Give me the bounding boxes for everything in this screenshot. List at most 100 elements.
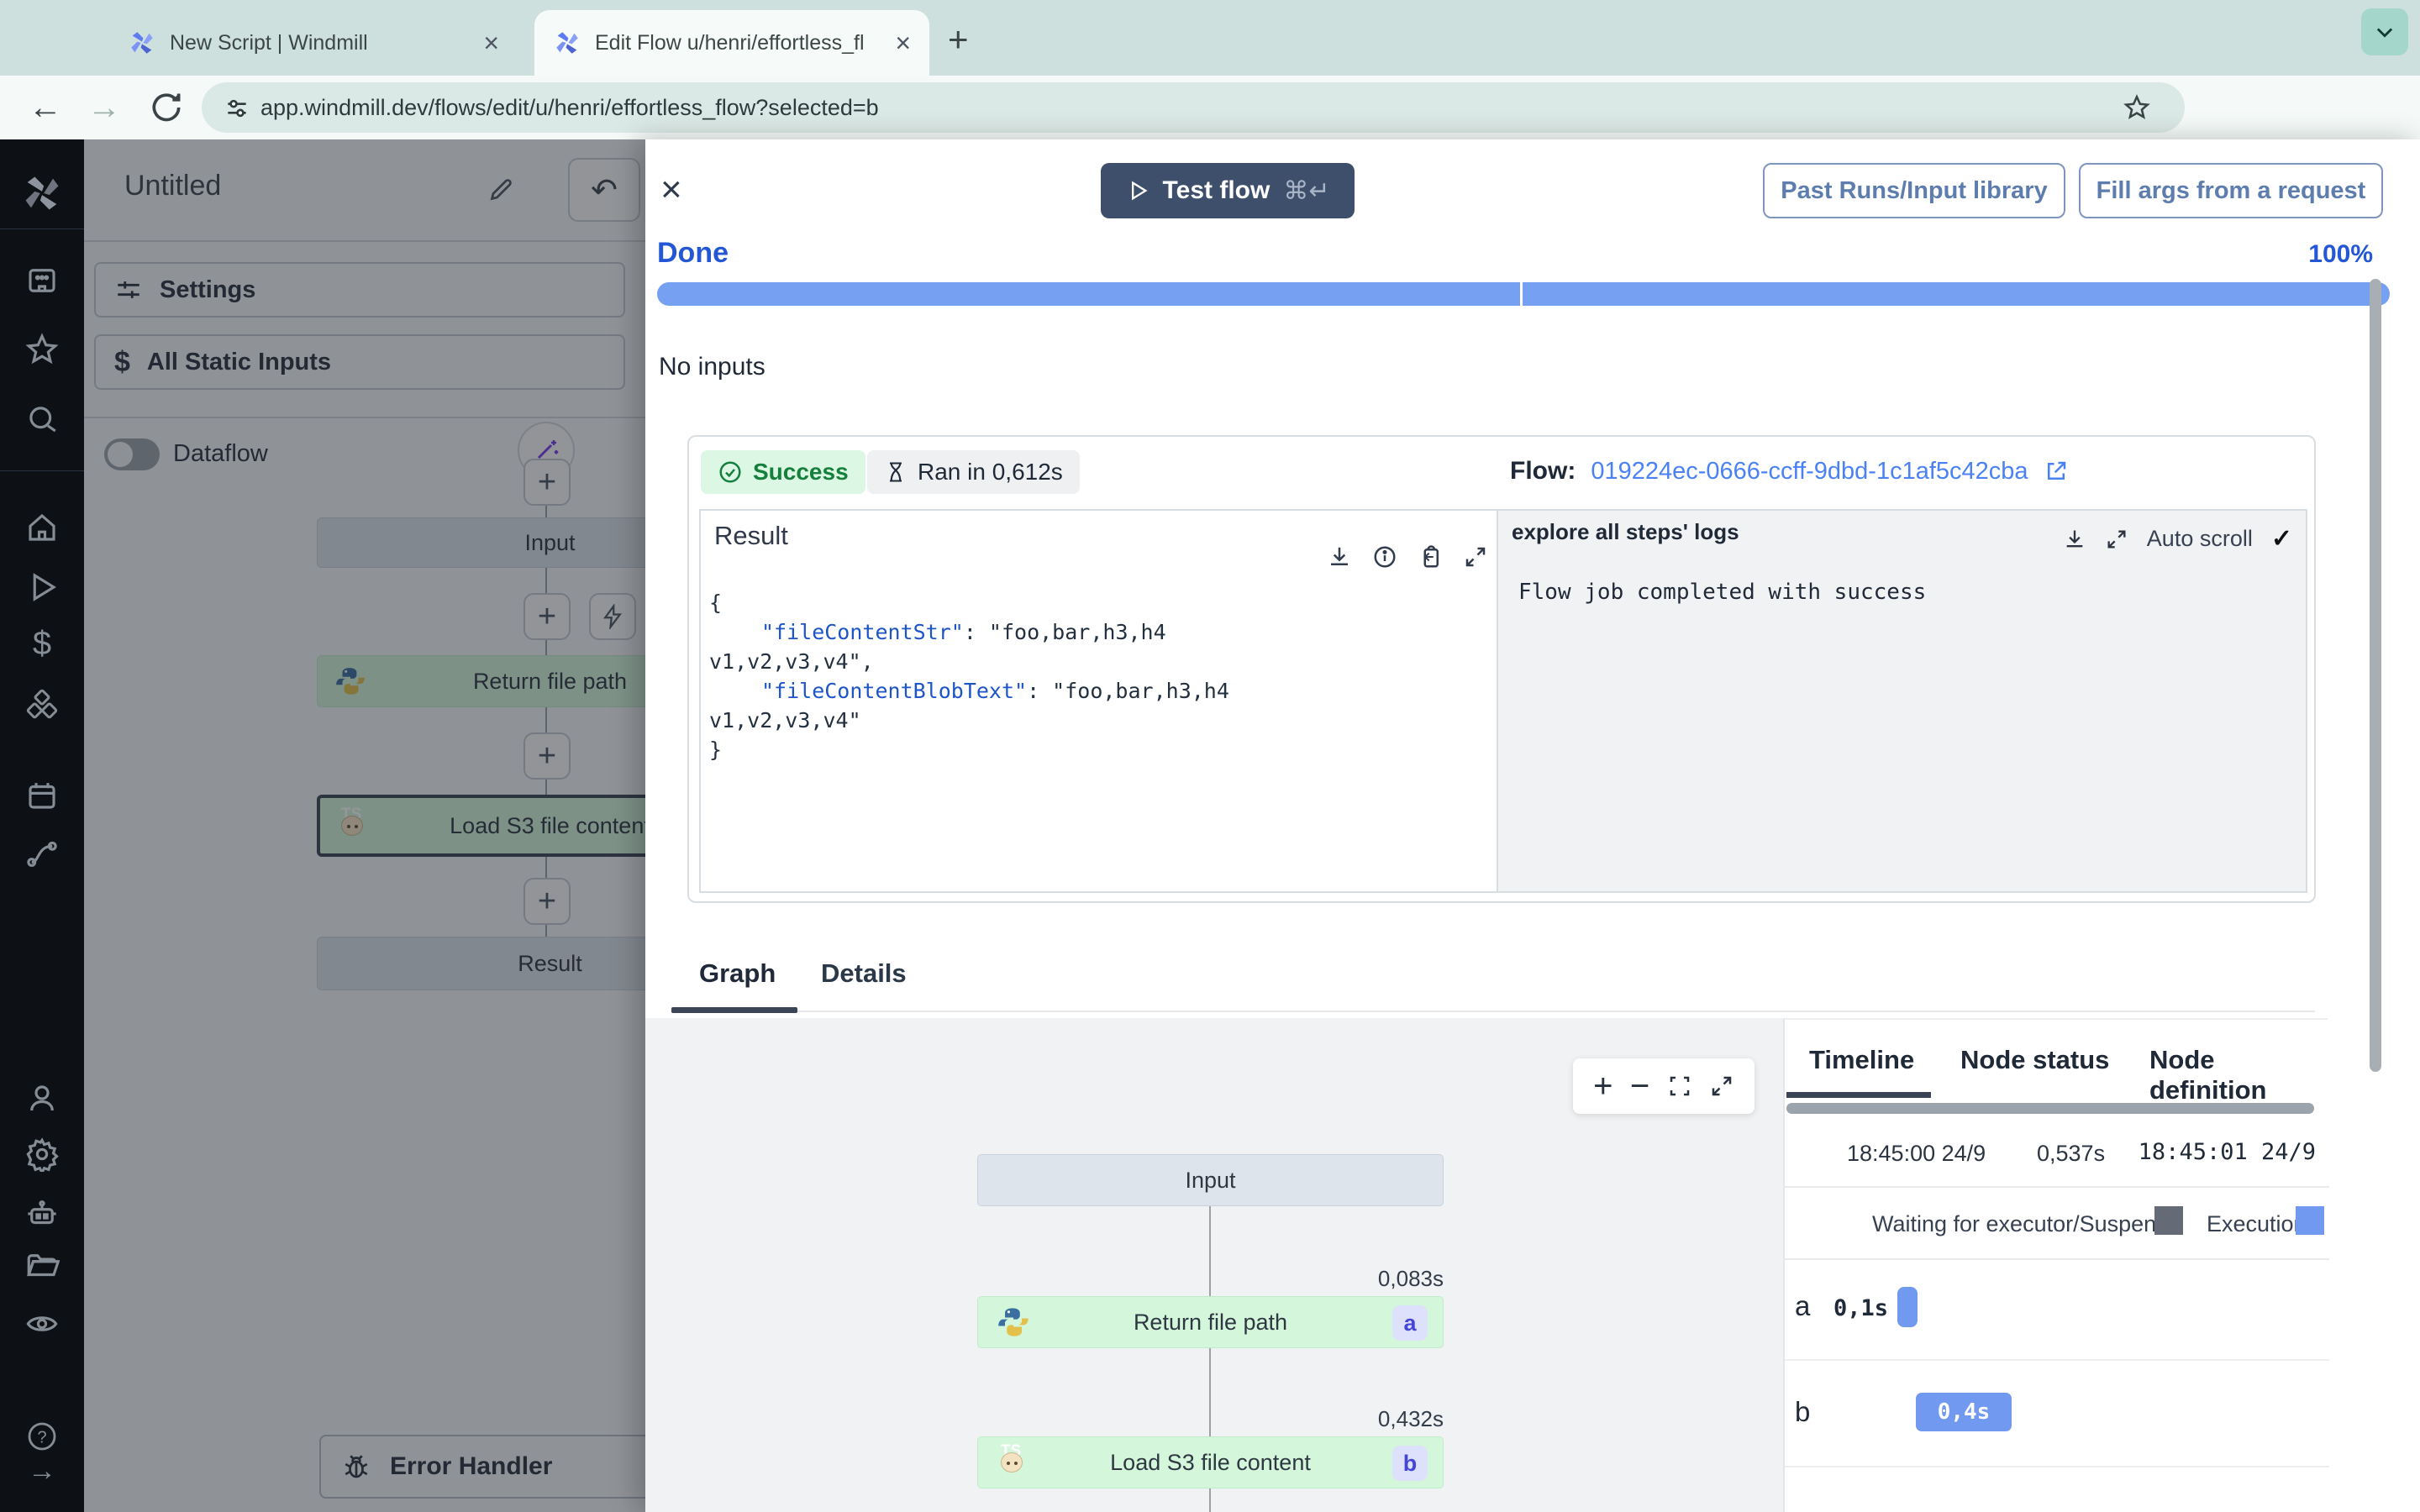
node-a-badge: a [1392,1305,1428,1341]
flow-id-link[interactable]: 019224ec-0666-ccff-9dbd-1c1af5c42cba [1591,458,2028,486]
tab-timeline[interactable]: Timeline [1809,1045,1914,1075]
tab-node-status[interactable]: Node status [1960,1045,2109,1075]
run-result-card: Success Ran in 0,612s Flow: 019224ec-066… [687,435,2316,903]
timeline-times-row: 18:45:00 24/9 0,537s 18:45:01 24/9 [1785,1119,2329,1188]
copy-clipboard-icon[interactable] [1418,544,1443,570]
expand-icon[interactable] [1463,544,1488,570]
zoom-in-icon[interactable]: + [1593,1068,1612,1105]
flow-graph-canvas[interactable]: + − Input 0,083s Return file path a 0,43… [645,1018,1783,1512]
help-icon[interactable]: ? [25,1420,59,1453]
vertical-scrollbar[interactable] [2370,279,2381,1072]
graph-edge [1209,1348,1211,1436]
download-icon[interactable] [1327,544,1352,570]
tab-close-icon[interactable]: × [895,28,911,59]
status-done: Done [657,237,729,269]
close-panel-icon[interactable]: × [660,171,682,208]
tab-graph[interactable]: Graph [699,958,776,989]
site-settings-icon[interactable] [224,95,250,122]
user-icon[interactable] [24,1081,60,1116]
logs-toolbar: Auto scroll ✓ [2063,524,2292,554]
back-button[interactable]: ← [29,91,62,124]
row-b-duration: 0,4s [1937,1399,1991,1425]
test-flow-label: Test flow [1162,176,1270,204]
reload-button[interactable] [148,89,185,126]
workers-robot-icon[interactable] [24,1196,60,1231]
graph-edge [1209,1206,1211,1296]
windmill-logo-icon [553,29,581,57]
tab-details[interactable]: Details [821,958,907,989]
audit-eye-icon[interactable] [24,1306,60,1341]
zoom-out-icon[interactable]: − [1630,1068,1649,1105]
runs-play-icon[interactable] [24,570,60,605]
node-label: Return file path [1133,1309,1288,1335]
info-icon[interactable] [1372,544,1397,570]
legend-execution-swatch [2296,1206,2324,1235]
legend-waiting-swatch [2154,1206,2183,1235]
node-a-duration: 0,083s [1377,1266,1444,1291]
windmill-logo-icon [128,29,156,57]
sidebar-divider [0,470,84,471]
shortcut-hint: ⌘↵ [1283,176,1330,205]
result-log-split: Result {"fileContentStr": "foo,bar,h3,h4… [699,509,2307,893]
timeline-row-a: a 0,1s [1785,1260,2329,1361]
variables-dollar-icon[interactable]: $ [33,625,51,663]
routes-icon[interactable] [24,836,60,871]
flow-editor-panel: Untitled ↶ Settings $ All Static Inputs … [84,139,645,1512]
tab-search-chevron-icon[interactable] [2361,8,2408,55]
log-line: Flow job completed with success [1518,580,1927,605]
download-icon[interactable] [2063,528,2086,551]
duration-label: Ran in 0,612s [918,459,1063,485]
external-link-icon[interactable] [2044,459,2069,484]
fill-args-button[interactable]: Fill args from a request [2079,163,2383,218]
tab-node-definition[interactable]: Node definition [2149,1045,2328,1105]
row-b-label: b [1795,1396,1811,1427]
tab-new-script[interactable]: New Script | Windmill × [109,10,518,76]
graph-node-input[interactable]: Input [977,1154,1444,1206]
folders-icon[interactable] [24,1248,60,1284]
new-tab-button[interactable]: + [948,22,969,57]
tab-title: New Script | Windmill [170,30,368,55]
auto-scroll-label[interactable]: Auto scroll [2147,526,2253,552]
screen: New Script | Windmill × Edit Flow u/henr… [0,0,2420,1512]
favorites-star-icon[interactable] [24,332,60,367]
graph-node-b[interactable]: TS Load S3 file content b [977,1436,1444,1488]
settings-gear-icon[interactable] [24,1137,60,1172]
graph-zoom-controls: + − [1573,1058,1754,1114]
resources-boxes-icon[interactable] [24,686,60,722]
logs-pane: explore all steps' logs Auto scroll ✓ Fl… [1497,511,2306,891]
result-title: Result [714,521,788,550]
check-icon[interactable]: ✓ [2271,524,2292,554]
node-label: Load S3 file content [1110,1449,1311,1475]
fit-view-icon[interactable] [1667,1074,1692,1099]
fullscreen-icon[interactable] [1709,1074,1734,1099]
row-a-duration: 0,1s [1833,1295,1889,1321]
forward-button[interactable]: → [87,91,121,124]
schedules-calendar-icon[interactable] [24,778,60,813]
browser-toolbar: ← → app.windmill.dev/flows/edit/u/henri/… [0,76,2420,205]
collapse-arrow-icon[interactable]: → [28,1455,56,1488]
expand-icon[interactable] [2105,528,2128,551]
graph-node-a[interactable]: Return file path a [977,1296,1444,1348]
python-icon [997,1305,1030,1339]
address-bar[interactable]: app.windmill.dev/flows/edit/u/henri/effo… [202,82,2185,133]
duration-badge: Ran in 0,612s [867,450,1080,494]
node-label: Input [1185,1167,1236,1193]
windmill-logo-icon[interactable] [20,171,64,215]
horizontal-scrollbar[interactable] [1786,1103,2314,1114]
bookmark-star-icon[interactable] [2123,93,2151,122]
test-flow-button[interactable]: Test flow ⌘↵ [1101,163,1355,218]
progress-bar [657,282,2390,306]
workspace-icon[interactable] [24,263,60,298]
past-runs-button[interactable]: Past Runs/Input library [1763,163,2065,218]
tab-edit-flow[interactable]: Edit Flow u/henri/effortless_fl × [534,10,929,76]
node-b-badge: b [1392,1446,1428,1481]
tab-divider [671,1011,2315,1012]
result-toolbar [1327,544,1488,570]
timeline-legend: Waiting for executor/Suspend Execution [1785,1188,2329,1260]
search-icon[interactable] [24,402,60,437]
timeline-panel: Timeline Node status Node definition 18:… [1783,1018,2329,1512]
home-icon[interactable] [24,510,60,545]
tab-close-icon[interactable]: × [483,28,499,59]
success-badge: Success [701,450,865,494]
logs-header: explore all steps' logs [1512,519,1739,544]
